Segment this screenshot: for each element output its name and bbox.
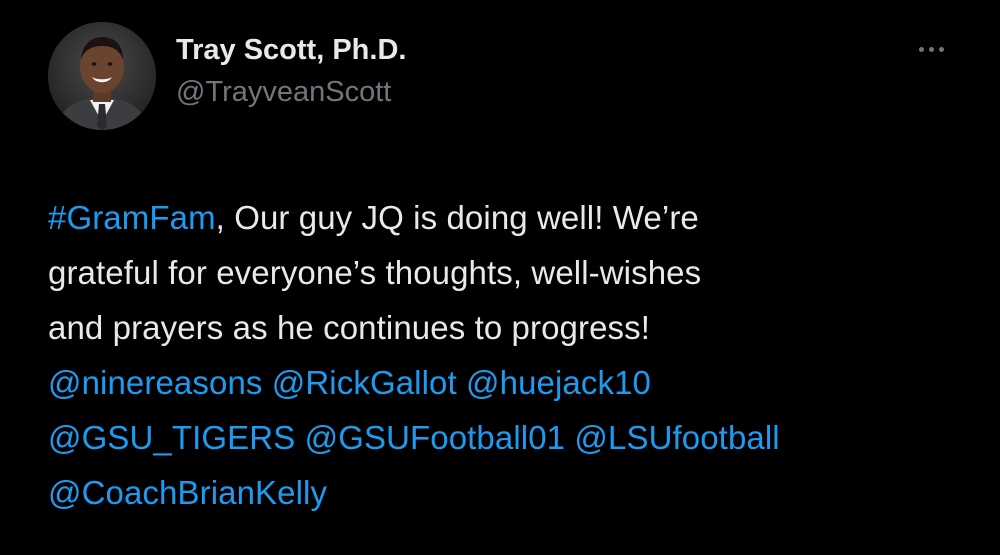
- tweet: Tray Scott, Ph.D. @TrayveanScott #GramFa…: [0, 0, 1000, 555]
- mention-link[interactable]: @GSUFootball01: [305, 419, 566, 456]
- author-display-name[interactable]: Tray Scott, Ph.D.: [176, 32, 406, 68]
- mention-link[interactable]: @GSU_TIGERS: [48, 419, 295, 456]
- mention-link[interactable]: @CoachBrianKelly: [48, 474, 327, 511]
- more-horizontal-icon-dot: [938, 46, 944, 52]
- mentions-line-2: @GSU_TIGERS @GSUFootball01 @LSUfootball: [48, 410, 978, 465]
- author-avatar[interactable]: [48, 22, 156, 130]
- mentions-line-3: @CoachBrianKelly: [48, 465, 978, 520]
- mention-link[interactable]: @huejack10: [466, 364, 651, 401]
- mention-link[interactable]: @ninereasons: [48, 364, 263, 401]
- hashtag-link[interactable]: #GramFam: [48, 199, 216, 236]
- mention-link[interactable]: @RickGallot: [272, 364, 457, 401]
- tweet-line-1: #GramFam, Our guy JQ is doing well! We’r…: [48, 190, 978, 245]
- avatar-photo-icon: [48, 22, 156, 130]
- tweet-text-segment: , Our guy JQ is doing well! We’re: [215, 199, 699, 236]
- more-options-button[interactable]: [908, 34, 954, 64]
- author-handle[interactable]: @TrayveanScott: [176, 74, 406, 110]
- author-info: Tray Scott, Ph.D. @TrayveanScott: [176, 32, 406, 110]
- more-horizontal-icon: [918, 46, 924, 52]
- mentions-line-1: @ninereasons @RickGallot @huejack10: [48, 355, 978, 410]
- more-horizontal-icon-dot: [928, 46, 934, 52]
- mention-link[interactable]: @LSUfootball: [574, 419, 779, 456]
- tweet-line-3: and prayers as he continues to progress!: [48, 309, 651, 346]
- tweet-text: #GramFam, Our guy JQ is doing well! We’r…: [48, 190, 978, 520]
- tweet-line-2: grateful for everyone’s thoughts, well-w…: [48, 254, 702, 291]
